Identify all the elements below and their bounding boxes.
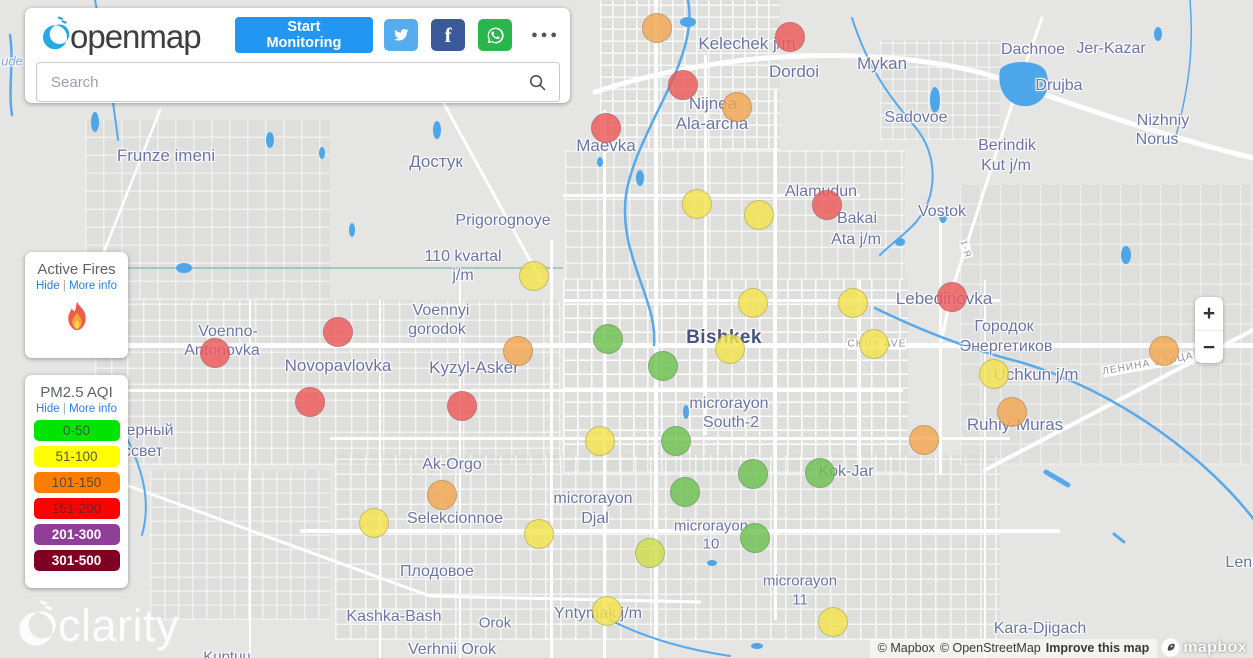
active-fires-title: Active Fires — [37, 261, 116, 278]
facebook-button[interactable]: f — [431, 19, 466, 51]
aqi-marker-y[interactable] — [359, 508, 389, 538]
aqi-marker-y[interactable] — [524, 519, 554, 549]
aqi-marker-g[interactable] — [670, 477, 700, 507]
aqi-marker-g[interactable] — [661, 426, 691, 456]
aqi-marker-r[interactable] — [775, 22, 805, 52]
aqi-marker-y[interactable] — [592, 596, 622, 626]
active-fires-more-info-link[interactable]: More info — [69, 280, 117, 292]
openmap-logo-icon — [43, 16, 70, 50]
start-monitoring-button[interactable]: Start Monitoring — [234, 17, 374, 53]
aqi-marker-y[interactable] — [838, 288, 868, 318]
zoom-control: + − — [1195, 297, 1223, 363]
map-attribution: © Mapbox © OpenStreetMap Improve this ma… — [869, 638, 1253, 658]
osm-attribution-link[interactable]: © OpenStreetMap — [940, 641, 1041, 655]
aqi-range-chip: 151-200 — [33, 498, 120, 519]
aqi-marker-y[interactable] — [859, 329, 889, 359]
mapbox-attribution-link[interactable]: © Mapbox — [878, 641, 935, 655]
aqi-legend-hide-link[interactable]: Hide — [36, 403, 60, 415]
aqi-marker-r[interactable] — [200, 338, 230, 368]
search-icon — [529, 74, 546, 90]
fire-icon — [67, 301, 86, 331]
aqi-marker-o[interactable] — [997, 397, 1027, 427]
aqi-range-chip: 301-500 — [33, 550, 120, 571]
aqi-marker-y[interactable] — [738, 288, 768, 318]
mapbox-logo-icon — [1161, 638, 1180, 657]
aqi-marker-yg[interactable] — [635, 538, 665, 568]
aqi-marker-g[interactable] — [805, 458, 835, 488]
aqi-range-chip: 51-100 — [33, 446, 120, 467]
aqi-marker-o[interactable] — [642, 13, 672, 43]
aqi-legend-more-info-link[interactable]: More info — [69, 403, 117, 415]
aqi-marker-r[interactable] — [591, 113, 621, 143]
aqi-marker-o[interactable] — [503, 336, 533, 366]
aqi-legend-ranges: 0-50 51-100 101-150 151-200 201-300 301-500 — [25, 420, 128, 571]
aqi-marker-r[interactable] — [937, 282, 967, 312]
aqi-marker-o[interactable] — [1149, 336, 1179, 366]
aqi-marker-o[interactable] — [909, 425, 939, 455]
more-menu-button[interactable]: ●●● — [531, 29, 560, 41]
aqi-marker-o[interactable] — [722, 92, 752, 122]
aqi-marker-r[interactable] — [447, 391, 477, 421]
search-box — [36, 62, 560, 102]
aqi-range-chip: 201-300 — [33, 524, 120, 545]
aqi-marker-y[interactable] — [979, 359, 1009, 389]
divider: | — [62, 403, 66, 415]
aqi-marker-g[interactable] — [593, 324, 623, 354]
aqi-range-chip: 0-50 — [33, 420, 120, 441]
aqi-marker-y[interactable] — [715, 334, 745, 364]
divider: | — [62, 280, 66, 292]
active-fires-hide-link[interactable]: Hide — [36, 280, 60, 292]
openmap-logo: openmap — [40, 16, 235, 54]
aqi-marker-r[interactable] — [812, 190, 842, 220]
header-card: openmap Start Monitoring f ●●● — [25, 8, 570, 103]
aqi-marker-y[interactable] — [818, 607, 848, 637]
zoom-out-button[interactable]: − — [1195, 330, 1223, 363]
attribution-strip: © Mapbox © OpenStreetMap Improve this ma… — [869, 638, 1158, 658]
aqi-marker-g[interactable] — [648, 351, 678, 381]
aqi-marker-g[interactable] — [740, 523, 770, 553]
aqi-marker-y[interactable] — [519, 261, 549, 291]
aqi-legend-panel: PM2.5 AQI Hide | More info 0-50 51-100 101… — [25, 375, 128, 588]
mapbox-logo-text: mapbox — [1183, 638, 1247, 656]
mapbox-logo[interactable]: mapbox — [1161, 638, 1247, 657]
aqi-marker-r[interactable] — [668, 70, 698, 100]
facebook-icon: f — [444, 23, 452, 47]
whatsapp-button[interactable] — [478, 19, 513, 51]
search-input[interactable] — [37, 73, 528, 91]
active-fires-panel: Active Fires Hide | More info — [25, 252, 128, 358]
aqi-range-chip: 101-150 — [33, 472, 120, 493]
aqi-marker-r[interactable] — [323, 317, 353, 347]
aqi-marker-r[interactable] — [295, 387, 325, 417]
twitter-icon — [394, 28, 409, 41]
aqi-marker-y[interactable] — [744, 200, 774, 230]
improve-this-map-link[interactable]: Improve this map — [1046, 641, 1150, 655]
zoom-in-button[interactable]: + — [1195, 297, 1223, 330]
aqi-marker-g[interactable] — [738, 459, 768, 489]
openmap-logo-text: openmap — [70, 18, 202, 55]
aqi-legend-title: PM2.5 AQI — [40, 384, 113, 401]
twitter-button[interactable] — [384, 19, 419, 51]
aqi-marker-o[interactable] — [427, 480, 457, 510]
aqi-marker-y[interactable] — [682, 189, 712, 219]
whatsapp-icon — [487, 27, 504, 43]
aqi-marker-y[interactable] — [585, 426, 615, 456]
openmap-app: Frunze imeni Достук Prigorognoye 110 kvarta… — [0, 0, 1253, 658]
